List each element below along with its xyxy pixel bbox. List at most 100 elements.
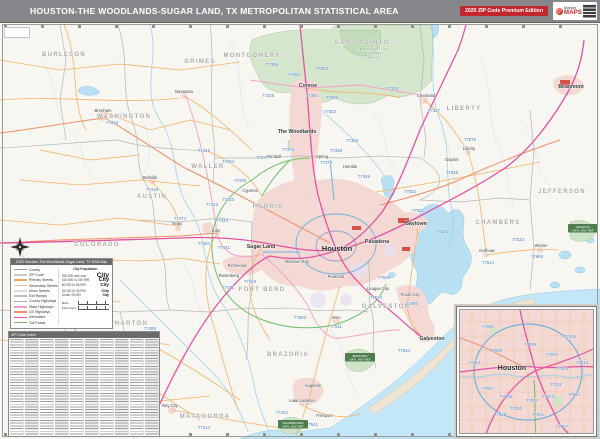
inset-zip-label: 77008 [490,348,503,353]
zip-code-label: 77414 [198,425,211,430]
zip-code-label: 77539 [378,275,391,280]
population-city-sample: City [101,288,109,293]
city-label: The Woodlands [278,129,317,135]
legend-item: Toll Roads [14,320,58,325]
zip-index-column [10,339,24,435]
zip-index-column [40,339,54,435]
legend-item-label: ZIP Code [29,273,44,277]
county-label: FORT BEND [239,287,286,293]
zip-index-table: ZIP Code Index [8,331,160,437]
zip-code-label: 77375 [282,147,295,152]
county-label: MONTGOMERY [223,53,280,59]
zip-code-label: 77356 [266,62,279,67]
zip-code-label: 77575 [464,137,477,142]
inset-zip-label: 77011 [550,382,562,387]
city-label: Freeport [316,413,333,418]
logo-text-bottom: MAPS [564,10,582,16]
county-label: WALLER [191,164,224,170]
publisher-logo: Market MAPS [553,2,597,20]
inset-zip-label: 77004 [526,398,539,403]
county-label: SAN JACINTO [335,40,390,46]
downtown-inset-map[interactable]: 7700877009770267702077011770237700477021… [456,306,597,437]
inset-zip-label: 77005 [500,394,513,399]
city-label: Pearland [328,274,345,279]
zip-code-label: 77474 [174,216,187,221]
inset-zip-label: 77091 [482,324,495,329]
county-label: HARRIS [253,204,284,210]
zip-index-column [115,339,129,435]
inset-zip-label: 77012 [568,392,581,397]
zip-index-column [130,339,144,435]
zip-code-label: 77445 [198,148,211,153]
inset-zip-label: 77021 [532,412,545,417]
city-label: Spring [316,154,329,159]
city-label: Texas City [400,292,420,297]
zip-code-label: 77306 [326,95,339,100]
legend-swatch [14,279,27,281]
legend-swatch [14,285,27,287]
scale-miles-label: Miles [62,301,78,305]
zip-code-label: 77418 [146,187,159,192]
zip-code-label: 77511 [330,324,342,329]
zip-code-label: 77494 [198,241,211,246]
inset-zip-label: 77030 [510,406,523,411]
city-label: Sugar Land [247,244,276,250]
legend-item-label: Minor Streets [29,289,50,293]
population-range: 100,000 to 249,999 [62,278,89,282]
city-label: Houston [322,244,353,253]
inset-city-label: Houston [498,365,526,372]
county-label: GALVESTON [362,304,410,310]
legend-swatch [14,306,27,308]
zip-index-column [100,339,114,435]
city-label: Conroe [299,83,317,89]
city-label: Cypress [242,188,257,193]
county-label: AUSTIN [137,194,167,200]
city-label: Dayton [445,157,459,162]
zip-code-label: 77665 [531,254,544,259]
compass-rose [10,237,30,257]
zip-code-label: 77469 [244,279,257,284]
zip-code-label: 77590 [406,301,419,306]
zip-code-label: 77338 [330,148,343,153]
globe-icon [556,8,563,15]
inset-zip-label: 77009 [524,342,537,347]
legend-item-label: State Highways [29,305,53,309]
city-label: Angleton [305,383,322,388]
legend-item-label: Exit Ramps [29,294,47,298]
city-label: Anahuac [479,248,496,253]
zip-code-label: 77328 [386,86,399,91]
map-poster: BURLESONWASHINGTONGRIMESMONTGOMERYSAN JA… [0,0,600,439]
city-label: Rosenberg [219,273,240,278]
map-title: HOUSTON-THE WOODLANDS-SUGAR LAND, TX MET… [0,6,460,16]
zip-code-label: 77583 [294,315,307,320]
city-label: League City [367,286,390,291]
city-label: Brenham [95,108,113,113]
zip-code-label: 77514 [482,260,495,265]
county-label: WASHINGTON [97,114,151,120]
city-label: Tomball [267,154,281,159]
edition-badge: 2020 ZIP Code Premium Edition [460,6,548,16]
inset-highways [460,310,594,434]
legend-item-label: County [29,268,40,272]
zip-code-label: 77532 [404,189,417,194]
population-city-sample: City [103,293,109,297]
scale-km-bar [78,306,109,310]
inset-zip-label: 77016 [564,334,577,339]
legend-title: 2020 Houston-The Woodlands-Sugar Land, T… [11,259,112,265]
city-label: Galveston [419,336,444,342]
inset-zip-label: 77020 [556,366,569,371]
inset-zip-label: 77087 [556,424,569,429]
inset-zip-label: 77013 [576,360,589,365]
legend-symbol-list: CountyZIP CodePrimary StreetsSecondary S… [14,267,58,325]
legend-swatch [14,290,27,292]
zip-code-label: 77623 [512,237,525,242]
legend-item-label: Primary Streets [29,278,53,282]
inset-zip-label: 77024 [468,360,481,365]
legend-swatch [14,295,27,297]
city-label: Winnie [535,243,548,248]
inset-zip-label: 77025 [494,412,507,417]
forest-label: SAM HOUSTON [357,47,387,51]
county-label: WHARTON [108,321,148,327]
zip-index-column [85,339,99,435]
legend-item-label: Toll Roads [29,321,45,325]
